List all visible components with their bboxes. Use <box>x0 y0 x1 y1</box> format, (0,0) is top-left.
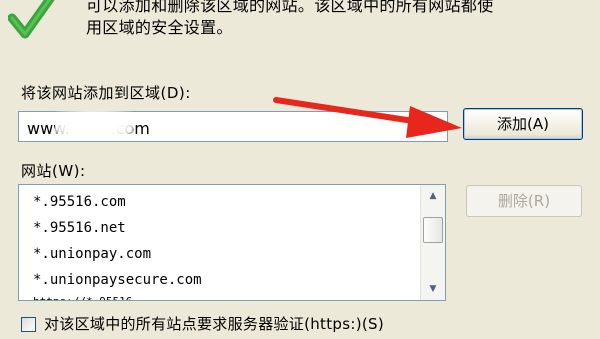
triangle-up-icon[interactable]: ▲ <box>423 187 443 205</box>
green-check-icon <box>8 0 55 39</box>
website-list[interactable]: *.95516.com *.95516.net *.unionpay.com *… <box>18 184 446 301</box>
zone-description: 可以添加和删除该区域的网站。该区域中的所有网站都使 用区域的安全设置。 <box>86 0 586 39</box>
list-item[interactable]: *.unionpay.com <box>33 245 151 263</box>
https-checkbox-label[interactable]: 对该区域中的所有站点要求服务器验证(https:)(S) <box>44 313 384 334</box>
add-site-label: 将该网站添加到区域(D): <box>21 84 191 102</box>
list-item[interactable]: *.unionpaysecure.com <box>33 271 202 289</box>
description-line-1: 可以添加和删除该区域的网站。该区域中的所有网站都使 <box>86 0 494 15</box>
list-item[interactable]: *.95516.com <box>33 193 126 211</box>
websites-label: 网站(W): <box>21 162 86 180</box>
add-button[interactable]: 添加(A) <box>463 108 583 140</box>
site-url-input[interactable] <box>18 111 448 142</box>
https-checkbox[interactable] <box>21 317 36 332</box>
list-item[interactable]: https://*.95516 <box>33 293 132 300</box>
list-item[interactable]: *.95516.net <box>33 219 126 237</box>
scroll-thumb[interactable] <box>423 217 443 243</box>
list-scrollbar[interactable]: ▲ ▼ <box>420 185 445 300</box>
description-line-2: 用区域的安全设置。 <box>86 18 233 37</box>
remove-button[interactable]: 删除(R) <box>466 185 582 217</box>
triangle-down-icon[interactable]: ▼ <box>423 280 443 298</box>
